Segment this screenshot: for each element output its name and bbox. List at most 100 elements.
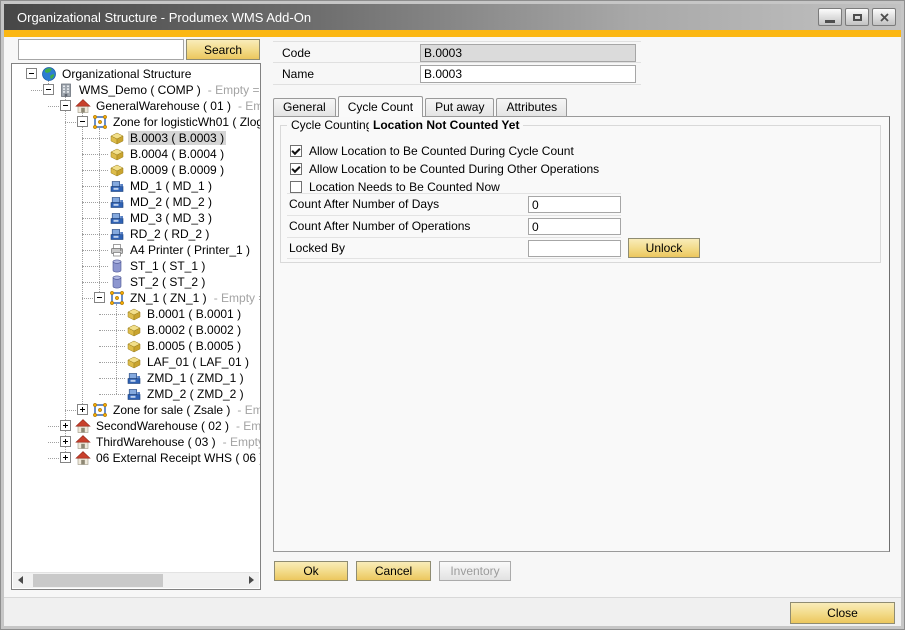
expand-toggle-icon[interactable]	[60, 436, 71, 447]
search-input[interactable]	[18, 39, 184, 60]
tree-item-label[interactable]: MD_1 ( MD_1 )	[128, 179, 214, 193]
tree-item-label[interactable]: Organizational Structure	[60, 67, 193, 81]
scroll-left-arrow-icon[interactable]	[13, 573, 29, 588]
tree-item[interactable]: SecondWarehouse ( 02 )- Empty	[12, 418, 260, 434]
scrollbar-thumb[interactable]	[33, 574, 163, 587]
tree-item[interactable]: ST_2 ( ST_2 )	[12, 274, 260, 290]
tree-item-label[interactable]: B.0001 ( B.0001 )	[145, 307, 243, 321]
tree-item-label[interactable]: ST_1 ( ST_1 )	[128, 259, 207, 273]
tree-item-label[interactable]: LAF_01 ( LAF_01 )	[145, 355, 251, 369]
tree-item[interactable]: Zone for sale ( Zsale )- Empty	[12, 402, 260, 418]
close-window-button[interactable]	[872, 8, 896, 26]
maximize-button[interactable]	[845, 8, 869, 26]
tree-item-label[interactable]: ZN_1 ( ZN_1 )	[128, 291, 209, 305]
locked-by-input[interactable]	[528, 240, 621, 257]
checkbox[interactable]	[290, 163, 302, 175]
name-input[interactable]	[420, 65, 636, 83]
tab-general[interactable]: General	[273, 98, 336, 116]
count-after-number-of-operations-input[interactable]	[528, 218, 621, 235]
tree-item-label[interactable]: Zone for logisticWh01 ( Zlogist	[111, 115, 260, 129]
tree-item[interactable]: B.0005 ( B.0005 )	[12, 338, 260, 354]
cancel-button[interactable]: Cancel	[356, 561, 431, 581]
maximize-icon	[853, 14, 862, 21]
tree-item-label[interactable]: Zone for sale ( Zsale )	[111, 403, 232, 417]
tree-item[interactable]: MD_2 ( MD_2 )	[12, 194, 260, 210]
tree-horizontal-scrollbar[interactable]	[13, 572, 259, 588]
tree-item-label[interactable]: ThirdWarehouse ( 03 )	[94, 435, 218, 449]
tree-item[interactable]: ZN_1 ( ZN_1 )- Empty =	[12, 290, 260, 306]
tree-item[interactable]: ZMD_1 ( ZMD_1 )	[12, 370, 260, 386]
tree-connector	[99, 346, 125, 347]
tree-item-label[interactable]: B.0002 ( B.0002 )	[145, 323, 243, 337]
tree-item-label[interactable]: A4 Printer ( Printer_1 )	[128, 243, 252, 257]
minimize-button[interactable]	[818, 8, 842, 26]
tree-item-label[interactable]: RD_2 ( RD_2 )	[128, 227, 211, 241]
printer-icon	[109, 242, 125, 258]
window-controls	[818, 8, 896, 26]
tree-item[interactable]: 06 External Receipt WHS ( 06 )-	[12, 450, 260, 466]
tree-item-label[interactable]: SecondWarehouse ( 02 )	[94, 419, 231, 433]
expand-toggle-icon[interactable]	[77, 404, 88, 415]
tree-item-label[interactable]: B.0004 ( B.0004 )	[128, 147, 226, 161]
tree-item-label[interactable]: B.0005 ( B.0005 )	[145, 339, 243, 353]
org-tree: Organizational StructureWMS_Demo ( COMP …	[12, 64, 260, 572]
zone-icon	[92, 114, 108, 130]
tree-item[interactable]: ZMD_2 ( ZMD_2 )	[12, 386, 260, 402]
tree-item[interactable]: WMS_Demo ( COMP )- Empty = 52/5	[12, 82, 260, 98]
tree-item[interactable]: MD_1 ( MD_1 )	[12, 178, 260, 194]
tree-item[interactable]: ThirdWarehouse ( 03 )- Empty = (	[12, 434, 260, 450]
inventory-button[interactable]: Inventory	[439, 561, 511, 581]
tab-put-away[interactable]: Put away	[425, 98, 494, 116]
tree-item-label[interactable]: B.0009 ( B.0009 )	[128, 163, 226, 177]
scroll-right-arrow-icon[interactable]	[243, 573, 259, 588]
tree-connector	[48, 106, 59, 107]
tree-item-label[interactable]: ZMD_1 ( ZMD_1 )	[145, 371, 246, 385]
collapse-toggle-icon[interactable]	[94, 292, 105, 303]
titlebar[interactable]: Organizational Structure - Produmex WMS …	[4, 4, 901, 30]
tree-item[interactable]: MD_3 ( MD_3 )	[12, 210, 260, 226]
close-button[interactable]: Close	[790, 602, 895, 624]
tree-item-label[interactable]: MD_3 ( MD_3 )	[128, 211, 214, 225]
tree-item-label[interactable]: 06 External Receipt WHS ( 06 )	[94, 451, 260, 465]
tree-item[interactable]: LAF_01 ( LAF_01 )	[12, 354, 260, 370]
tree-item-label[interactable]: MD_2 ( MD_2 )	[128, 195, 214, 209]
count-after-number-of-days-input[interactable]	[528, 196, 621, 213]
collapse-toggle-icon[interactable]	[26, 68, 37, 79]
expand-toggle-icon[interactable]	[60, 420, 71, 431]
tree-item[interactable]: GeneralWarehouse ( 01 )- Empty	[12, 98, 260, 114]
zone-icon	[109, 290, 125, 306]
tree-item[interactable]: Zone for logisticWh01 ( Zlogist	[12, 114, 260, 130]
bin-icon	[126, 354, 142, 370]
collapse-toggle-icon[interactable]	[60, 100, 71, 111]
window-title: Organizational Structure - Produmex WMS …	[4, 10, 311, 25]
field-label: Count After Number of Days	[289, 197, 439, 211]
tree-item[interactable]: B.0002 ( B.0002 )	[12, 322, 260, 338]
tree-item-label[interactable]: B.0003 ( B.0003 )	[128, 131, 226, 145]
tree-connector	[82, 298, 93, 299]
tree-item-label[interactable]: GeneralWarehouse ( 01 )	[94, 99, 233, 113]
tree-item[interactable]: B.0009 ( B.0009 )	[12, 162, 260, 178]
tab-cycle-count[interactable]: Cycle Count	[338, 96, 423, 117]
ok-button[interactable]: Ok	[274, 561, 348, 581]
tree-item[interactable]: B.0004 ( B.0004 )	[12, 146, 260, 162]
tree-item-label[interactable]: ST_2 ( ST_2 )	[128, 275, 207, 289]
tree-item-label[interactable]: ZMD_2 ( ZMD_2 )	[145, 387, 246, 401]
tree-item[interactable]: RD_2 ( RD_2 )	[12, 226, 260, 242]
tab-attributes[interactable]: Attributes	[496, 98, 567, 116]
expand-toggle-icon[interactable]	[60, 452, 71, 463]
tree-item[interactable]: B.0003 ( B.0003 )	[12, 130, 260, 146]
tree-item[interactable]: Organizational Structure	[12, 66, 260, 82]
field-label: Locked By	[289, 241, 345, 255]
tree-item[interactable]: A4 Printer ( Printer_1 )	[12, 242, 260, 258]
collapse-toggle-icon[interactable]	[77, 116, 88, 127]
checkbox[interactable]	[290, 181, 302, 193]
tree-item-label[interactable]: WMS_Demo ( COMP )	[77, 83, 203, 97]
checkbox-row: Allow Location to Be Counted During Cycl…	[290, 142, 870, 160]
unlock-button[interactable]: Unlock	[628, 238, 700, 258]
search-button[interactable]: Search	[186, 39, 260, 60]
collapse-toggle-icon[interactable]	[43, 84, 54, 95]
tree-item[interactable]: ST_1 ( ST_1 )	[12, 258, 260, 274]
zone-icon	[92, 402, 108, 418]
tree-item[interactable]: B.0001 ( B.0001 )	[12, 306, 260, 322]
checkbox[interactable]	[290, 145, 302, 157]
